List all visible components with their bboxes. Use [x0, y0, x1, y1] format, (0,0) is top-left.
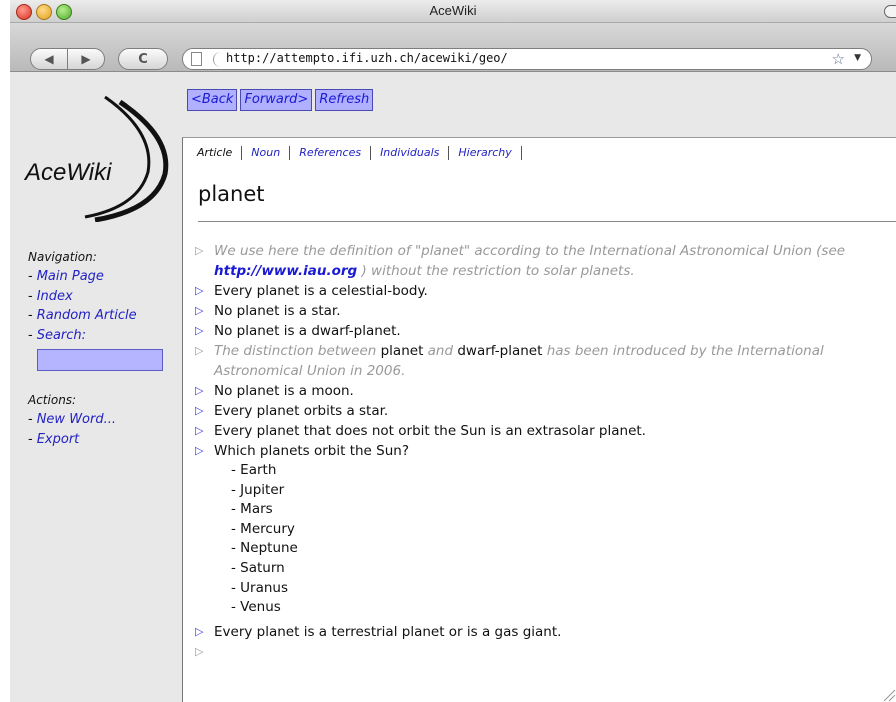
triangle-icon[interactable]: ▷ — [195, 401, 203, 421]
nav-random-article-link[interactable]: - Random Article — [28, 306, 178, 326]
browser-toolbar: ◀ ▶ C http://attempto.ifi.uzh.ch/acewiki… — [10, 23, 896, 72]
article-sentences: ▷ We use here the definition of "planet" … — [191, 241, 896, 658]
action-export-link[interactable]: - Export — [28, 430, 178, 450]
window-title: AceWiki — [429, 3, 477, 18]
sentence[interactable]: ▷ No planet is a star. — [191, 301, 896, 321]
back-button[interactable]: <Back — [187, 89, 238, 111]
triangle-icon[interactable]: ▷ — [195, 241, 203, 261]
article-page: Article Noun References Individuals Hier… — [182, 137, 896, 702]
page-content: AceWiki Navigation: - Main Page - Index -R… — [10, 72, 896, 702]
history-bar: <Back Forward> Refresh — [187, 89, 374, 111]
title-divider — [198, 221, 896, 222]
browser-window: AceWiki ◀ ▶ C http://attempto.ifi.uzh.ch… — [10, 0, 896, 702]
triangle-icon[interactable]: ▷ — [195, 441, 203, 461]
reload-icon: C — [138, 51, 148, 67]
address-bar[interactable]: http://attempto.ifi.uzh.ch/acewiki/geo/ … — [182, 48, 872, 70]
sentence[interactable]: ▷ No planet is a dwarf-planet. — [191, 321, 896, 341]
forward-arrow-icon: ▶ — [81, 52, 91, 66]
navigation-heading: Navigation: — [28, 250, 97, 264]
triangle-icon[interactable]: ▷ — [195, 341, 203, 361]
sentence[interactable]: ▷ Every planet orbits a star. — [191, 401, 896, 421]
sentence[interactable]: ▷ Every planet that does not orbit the Su… — [191, 421, 896, 441]
sentence[interactable]: ▷ Every planet is a celestial-body. — [191, 281, 896, 301]
answer-list: Earth Jupiter Mars Mercury Neptune Satur… — [191, 461, 896, 618]
search-input[interactable] — [37, 349, 163, 371]
url-separator — [213, 52, 226, 67]
word-link-planet[interactable]: planet — [381, 343, 424, 359]
bookmark-dropdown-icon[interactable]: ▼ — [854, 53, 861, 63]
url-text[interactable]: http://attempto.ifi.uzh.ch/acewiki/geo/ — [226, 51, 508, 65]
nav-search-link[interactable]: - Search: — [28, 326, 178, 346]
iau-link[interactable]: http://www.iau.org — [214, 263, 357, 279]
article-title: planet — [198, 182, 265, 206]
forward-button[interactable]: Forward> — [240, 89, 313, 111]
comment-sentence[interactable]: ▷ We use here the definition of "planet" … — [191, 241, 896, 281]
tab-article[interactable]: Article — [195, 146, 243, 160]
triangle-icon[interactable]: ▷ — [195, 301, 203, 321]
answer-item[interactable]: Uranus — [231, 579, 896, 599]
browser-forward-button[interactable]: ▶ — [67, 48, 105, 70]
answer-item[interactable]: Jupiter — [231, 481, 896, 501]
sentence[interactable]: ▷ No planet is a moon. — [191, 381, 896, 401]
answer-item[interactable]: Mars — [231, 500, 896, 520]
nav-main-page-link[interactable]: - Main Page — [28, 267, 178, 287]
sentence[interactable]: ▷ Every planet is a terrestrial planet or… — [191, 622, 896, 642]
action-new-word-link[interactable]: - New Word... — [28, 410, 178, 430]
browser-back-button[interactable]: ◀ — [30, 48, 68, 70]
triangle-icon[interactable]: ▷ — [195, 421, 203, 441]
resize-grip-icon[interactable] — [882, 688, 896, 702]
back-arrow-icon: ◀ — [44, 52, 54, 66]
page-icon — [191, 52, 202, 66]
question-sentence[interactable]: ▷ Which planets orbit the Sun? — [191, 441, 896, 461]
answer-item[interactable]: Earth — [231, 461, 896, 481]
browser-reload-button[interactable]: C — [118, 48, 168, 70]
logo-arcs-icon — [84, 95, 169, 223]
refresh-button[interactable]: Refresh — [315, 89, 374, 111]
answer-item[interactable]: Neptune — [231, 539, 896, 559]
tab-individuals[interactable]: Individuals — [370, 146, 450, 160]
triangle-icon[interactable]: ▷ — [195, 321, 203, 341]
answer-item[interactable]: Venus — [231, 598, 896, 618]
triangle-icon[interactable]: ▷ — [195, 281, 203, 301]
actions-heading: Actions: — [28, 393, 77, 407]
triangle-icon[interactable]: ▷ — [195, 381, 203, 401]
triangle-icon[interactable]: ▷ — [195, 622, 203, 642]
sidebar: Navigation: - Main Page - Index - Random Ar… — [28, 250, 178, 449]
tab-references[interactable]: References — [289, 146, 372, 160]
title-bar: AceWiki — [10, 0, 896, 23]
toolbar-toggle-button[interactable] — [884, 5, 896, 18]
logo-text: AceWiki — [25, 159, 112, 186]
bookmark-star-icon[interactable]: ☆ — [832, 50, 845, 68]
comment-sentence[interactable]: ▷ The distinction between planet and dwar… — [191, 341, 896, 381]
answer-item[interactable]: Saturn — [231, 559, 896, 579]
word-link-dwarf-planet[interactable]: dwarf-planet — [457, 343, 542, 359]
nav-index-link[interactable]: - Index — [28, 287, 178, 307]
tab-hierarchy[interactable]: Hierarchy — [448, 146, 522, 160]
answer-item[interactable]: Mercury — [231, 520, 896, 540]
acewiki-logo[interactable]: AceWiki — [10, 92, 180, 223]
triangle-icon[interactable]: ▷ — [195, 642, 203, 662]
tab-noun[interactable]: Noun — [241, 146, 291, 160]
article-tabs: Article Noun References Individuals Hier… — [196, 146, 522, 160]
